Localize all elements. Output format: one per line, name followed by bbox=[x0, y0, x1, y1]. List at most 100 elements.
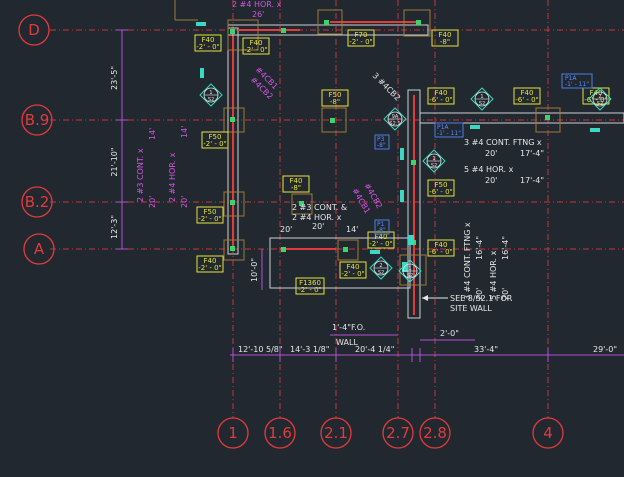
footing-tag-f40-i[interactable]: F40 -2' - 0" bbox=[339, 261, 367, 279]
cut-marker bbox=[400, 190, 404, 202]
cut-marker bbox=[408, 235, 414, 245]
callout-line-1: SEE 8/S2.1 FOR bbox=[450, 294, 513, 303]
tag-size: -2' - 0" bbox=[198, 215, 222, 223]
tag-size: -8" bbox=[330, 98, 340, 106]
tag-size: -6' - 0" bbox=[429, 248, 453, 256]
wall-grid-b9-east[interactable] bbox=[419, 112, 624, 124]
svg-text:S2: S2 bbox=[431, 163, 437, 169]
svg-text:S2: S2 bbox=[378, 270, 384, 276]
cut-marker bbox=[590, 128, 600, 132]
tag-size: -8" bbox=[291, 184, 301, 192]
bubble-col-4-label: 4 bbox=[543, 424, 553, 442]
footing-tag-f50-d[interactable]: F50 -6' - 0" bbox=[427, 179, 455, 197]
tag-size: -6' - 0" bbox=[515, 96, 539, 104]
pier-marker bbox=[330, 118, 335, 123]
svg-text:2: 2 bbox=[379, 263, 382, 269]
footing-tag-f50-b[interactable]: F50 -2' - 0" bbox=[201, 131, 229, 149]
note-right-b-len2: 17'-4" bbox=[520, 176, 544, 185]
callout-arrow-icon bbox=[422, 295, 428, 301]
note-right-v-a-len2: 16'-4" bbox=[475, 236, 484, 260]
pier-tag-p3[interactable]: P3 -8" bbox=[374, 134, 390, 150]
pier-marker bbox=[324, 20, 329, 25]
bubble-row-a-label: A bbox=[34, 240, 45, 258]
svg-text:1: 1 bbox=[408, 266, 411, 272]
cut-marker bbox=[400, 148, 404, 160]
dim-text-2ft: 2'-0" bbox=[440, 329, 459, 338]
tag-size: -2' - 0" bbox=[196, 43, 220, 51]
section-mark-s2-e[interactable]: 2 S2 bbox=[369, 256, 393, 280]
tag-size: -2' - 0" bbox=[244, 46, 268, 54]
site-wall-callout[interactable]: SEE 8/S2.1 FOR SITE WALL bbox=[422, 294, 513, 313]
dim-text-2-1-2-7: 20'-4 1/4" bbox=[355, 345, 394, 354]
note-right-v-a: 3 #4 CONT. FTNG x bbox=[463, 222, 472, 300]
footing-tag-f50-c[interactable]: F50 -2' - 0" bbox=[196, 206, 224, 224]
drawing-canvas[interactable]: D B.9 B.2 A 1 1.6 2.1 2.7 2.8 4 23'-5" 2… bbox=[0, 0, 624, 477]
dim-text-b2-a: 12'-3" bbox=[110, 215, 119, 239]
footing-tag-f40-b[interactable]: F40 -2' - 0" bbox=[242, 37, 270, 55]
svg-text:S2: S2 bbox=[597, 101, 603, 107]
pier-tag-p1a-b[interactable]: P1A -1' - 11" bbox=[434, 122, 464, 138]
tag-size: -8" bbox=[440, 38, 450, 46]
dim-text-1-6-2-1: 14'-3 1/8" bbox=[290, 345, 329, 354]
note-mid-len1: 20' bbox=[280, 225, 292, 234]
pier-marker bbox=[230, 200, 235, 205]
svg-text:S2: S2 bbox=[407, 273, 413, 279]
dim-text-4-east: 29'-0" bbox=[593, 345, 617, 354]
footing-tag-f40-f[interactable]: F40 -8" bbox=[282, 175, 310, 193]
note-right-v-b: 5 #4 HOR. x bbox=[489, 250, 498, 300]
bubble-col-1-6-label: 1.6 bbox=[268, 424, 292, 442]
footing-tag-f40-e[interactable]: F40 -6' - 0" bbox=[513, 87, 541, 105]
tag-size: -6' - 0" bbox=[429, 188, 453, 196]
note-left-b-len2: 14' bbox=[180, 126, 189, 138]
pier-marker bbox=[230, 29, 235, 34]
footing-tag-f40-g[interactable]: F40 -6' - 0" bbox=[427, 239, 455, 257]
footing-tag-f40-h[interactable]: F40 -2' - 0" bbox=[196, 255, 224, 273]
row-bubbles: D B.9 B.2 A bbox=[18, 14, 55, 265]
column-bubbles: 1 1.6 2.1 2.7 2.8 4 bbox=[217, 417, 564, 449]
note-mid-b: 2 #4 HOR. x bbox=[292, 213, 342, 222]
note-left-b: 2 #4 HOR. x bbox=[168, 152, 177, 202]
svg-text:-1' - 11": -1' - 11" bbox=[565, 81, 589, 88]
footing-tag-f70[interactable]: F70 -2' - 0" bbox=[347, 29, 375, 47]
footing-tag-f40-c[interactable]: F40 -8" bbox=[431, 29, 459, 47]
note-left-a-len1: 20' bbox=[148, 196, 157, 208]
pier-marker bbox=[416, 20, 421, 25]
footing-tag-f50-a[interactable]: F50 -8" bbox=[321, 89, 349, 107]
note-right-a: 3 #4 CONT. FTNG x bbox=[464, 138, 542, 147]
note-mid-len3: 14' bbox=[346, 225, 358, 234]
dim-text-10ft: 10'-0" bbox=[250, 258, 259, 282]
tag-size: -2' - 0" bbox=[203, 140, 227, 148]
tag-size: -2' - 0" bbox=[349, 38, 373, 46]
section-mark-s2-b[interactable]: 1 S2 bbox=[470, 87, 494, 111]
cut-marker bbox=[196, 22, 206, 26]
pier-marker bbox=[545, 115, 550, 120]
footing-tag-f40-a[interactable]: F40 -2' - 0" bbox=[194, 34, 222, 52]
callout-line-2: SITE WALL bbox=[450, 304, 492, 313]
pier-marker bbox=[411, 160, 416, 165]
bubble-row-b9-label: B.9 bbox=[25, 111, 50, 129]
tag-size: -2' - 0" bbox=[341, 270, 365, 278]
section-mark-9a[interactable]: 9A S2.1 bbox=[383, 107, 407, 131]
tag-size: -2' - 0" bbox=[198, 264, 222, 272]
footing-tag-f40-d[interactable]: F40 -6' - 0" bbox=[427, 87, 455, 105]
section-mark-s2-d[interactable]: 1 S2 bbox=[422, 149, 446, 173]
pier-tag-p1a[interactable]: P1A -1' - 11" bbox=[561, 73, 593, 89]
note-right-v-b-len2: 16'-4" bbox=[501, 236, 510, 260]
svg-text:9A: 9A bbox=[392, 114, 399, 120]
svg-text:S2: S2 bbox=[479, 101, 485, 107]
dim-text-2-8-4: 33'-4" bbox=[474, 345, 498, 354]
footing-tag-f1360[interactable]: F1360 -2' - 0" bbox=[295, 277, 325, 295]
svg-text:S2.1: S2.1 bbox=[389, 121, 400, 127]
dim-text-wall: WALL bbox=[336, 338, 358, 347]
svg-text:2: 2 bbox=[598, 94, 601, 100]
bubble-col-2-1-label: 2.1 bbox=[324, 424, 348, 442]
cut-marker bbox=[200, 68, 204, 78]
svg-text:1: 1 bbox=[209, 90, 212, 96]
note-mid-a: 2 #3 CONT. & bbox=[292, 203, 347, 212]
svg-text:-8": -8" bbox=[377, 227, 386, 234]
bubble-col-2-7-label: 2.7 bbox=[386, 424, 410, 442]
cut-marker bbox=[370, 250, 380, 254]
dim-text-b9-b2: 21'-10" bbox=[110, 147, 119, 176]
tag-size: -2' - 0" bbox=[369, 240, 393, 248]
section-mark-s2-a[interactable]: 1 S2 bbox=[199, 83, 223, 107]
